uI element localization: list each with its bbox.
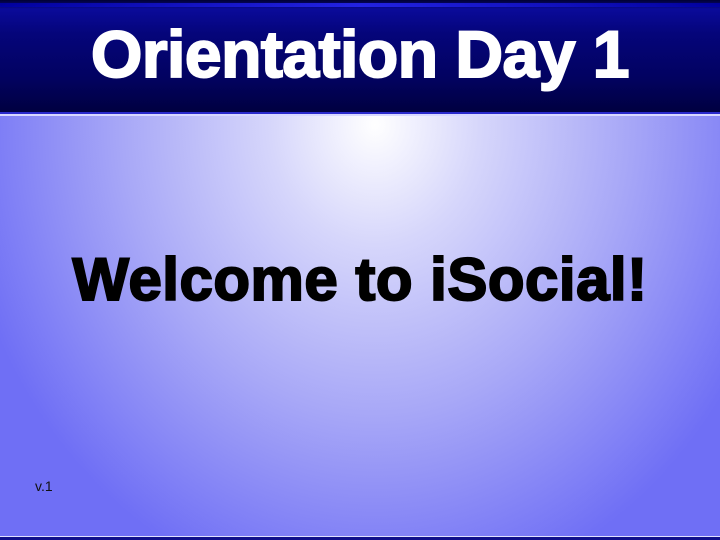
title-banner: Orientation Day 1 [0,0,720,112]
divider-line-light [0,114,720,116]
welcome-heading: Welcome to iSocial! [71,245,648,314]
slide-title: Orientation Day 1 [90,16,630,92]
version-label: v.1 [35,478,53,494]
